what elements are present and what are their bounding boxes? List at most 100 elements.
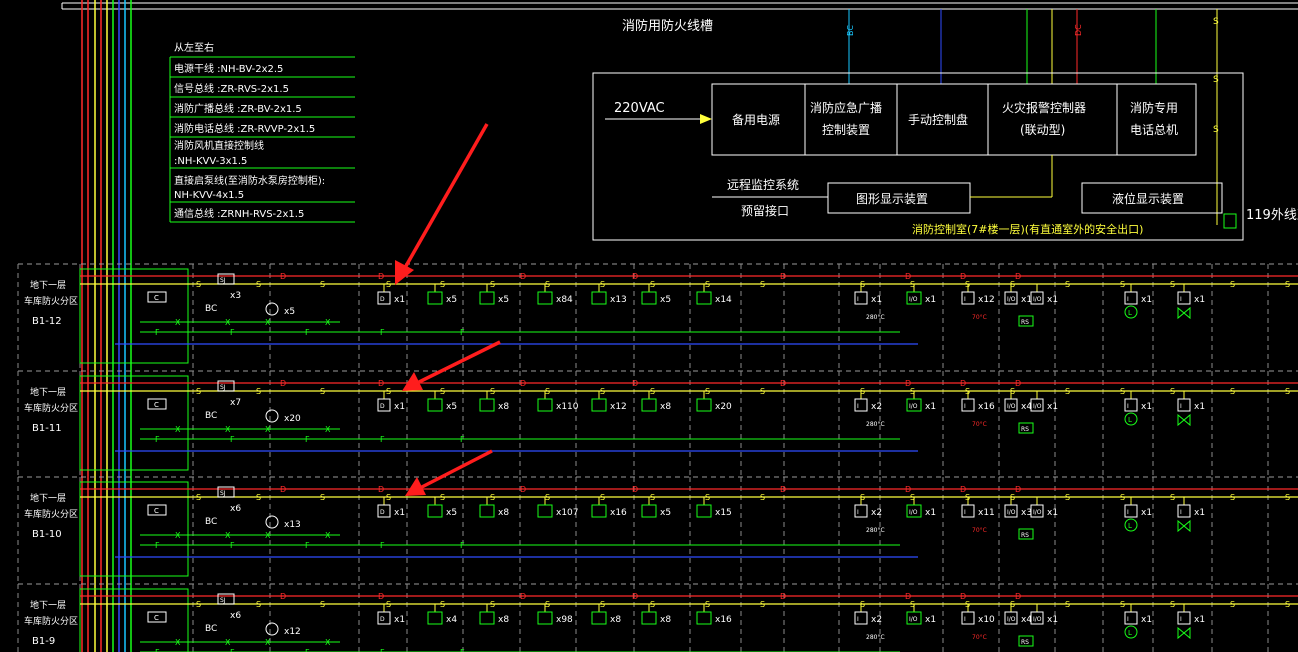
device-count: x3 xyxy=(1021,508,1032,518)
bus-tag: S xyxy=(650,600,655,609)
device-tag: RS xyxy=(1021,426,1029,433)
heat-detector-icon xyxy=(591,291,607,305)
bus-tag: S xyxy=(1285,600,1290,609)
bus-tag: D xyxy=(1015,592,1021,601)
temp-label: 280°C xyxy=(866,634,885,641)
device-count: x5 xyxy=(446,295,457,305)
valve-icon xyxy=(1177,413,1191,427)
device-count: x8 xyxy=(498,615,509,625)
bus-tag: S xyxy=(386,387,391,396)
bus-tag: S xyxy=(545,280,550,289)
hydrant-button-icon xyxy=(479,504,495,518)
bus-tag: S xyxy=(440,600,445,609)
bus-tag: S xyxy=(440,493,445,502)
device-tag: I/O xyxy=(1007,616,1016,623)
hydrant-button-icon xyxy=(479,398,495,412)
device-tag: I xyxy=(1127,509,1129,516)
riser-tag: S xyxy=(1213,125,1219,135)
device-count: x1 xyxy=(1194,615,1205,625)
device-tag: I/O xyxy=(1007,509,1016,516)
bus-tag: F xyxy=(380,328,385,337)
device-count: x1 xyxy=(1047,615,1058,625)
device-tag: I xyxy=(964,296,966,303)
bus-tag: D xyxy=(780,592,786,601)
heat-detector-icon xyxy=(591,504,607,518)
bus-tag: S xyxy=(196,280,201,289)
legend-line: 消防广播总线 :ZR-BV-2x1.5 xyxy=(174,102,302,115)
bus-tag: F xyxy=(230,328,235,337)
reserved-port-label: 预留接口 xyxy=(741,203,789,218)
zone-name: 车库防火分区 xyxy=(24,508,78,520)
zone-module-box xyxy=(79,375,189,471)
zone-id: B1-12 xyxy=(32,316,62,327)
bus-tag: S xyxy=(760,280,765,289)
device-tag: D xyxy=(380,296,385,303)
device-count: x11 xyxy=(978,508,995,518)
bus-tag: D xyxy=(632,379,638,388)
bus-tag: D xyxy=(378,592,384,601)
bus-tag: X xyxy=(225,638,231,647)
bus-tag: S xyxy=(545,493,550,502)
bus-tag: S xyxy=(256,387,261,396)
heat-detector-icon xyxy=(591,398,607,412)
ext-line-label: 119外线直 xyxy=(1246,208,1298,223)
legend-line: NH-KVV-4x1.5 xyxy=(174,190,244,201)
legend-line: 电源干线 :NH-BV-2x2.5 xyxy=(174,62,283,75)
bus-tag: S xyxy=(1120,493,1125,502)
bus-tag: S xyxy=(490,280,495,289)
bus-tag: S xyxy=(1285,493,1290,502)
hydrant-button-icon xyxy=(479,611,495,625)
device-tag: I xyxy=(857,509,859,516)
bus-tag: S xyxy=(320,387,325,396)
bus-tag: X xyxy=(175,318,181,327)
device-tag: I/O xyxy=(909,403,918,410)
device-count: x8 xyxy=(610,615,621,625)
bus-tag: S xyxy=(545,387,550,396)
device-tag: I/O xyxy=(1033,616,1042,623)
bus-tag: S xyxy=(1120,387,1125,396)
device-count: x12 xyxy=(978,295,995,305)
zone-name: 车库防火分区 xyxy=(24,295,78,307)
valve-icon xyxy=(1177,626,1191,640)
bus-tag: S xyxy=(705,387,710,396)
backup-power-box: 备用电源 xyxy=(732,113,780,127)
zone-name: 车库防火分区 xyxy=(24,615,78,627)
trunk-label: 消防用防火线槽 xyxy=(622,18,713,34)
device-count: x1 xyxy=(394,615,405,625)
bus-tag: S xyxy=(1285,280,1290,289)
zone-name: 地下一层 xyxy=(30,599,66,611)
device-count: x1 xyxy=(394,402,405,412)
bus-tag: S xyxy=(256,600,261,609)
bus-tag: F xyxy=(380,435,385,444)
device-count: x5 xyxy=(660,508,671,518)
zone-name: 地下一层 xyxy=(30,279,66,291)
legend-line: 消防电话总线 :ZR-RVVP-2x1.5 xyxy=(174,122,315,135)
device-tag: I xyxy=(1180,616,1182,623)
smoke-detector-icon xyxy=(537,504,553,518)
device-count: x16 xyxy=(610,508,627,518)
device-tag: I xyxy=(857,296,859,303)
device-tag: I/O xyxy=(909,509,918,516)
graphic-display-box: 图形显示装置 xyxy=(856,192,928,206)
bus-tag: D xyxy=(520,485,526,494)
device-tag: L xyxy=(1128,416,1132,424)
temp-label: 280°C xyxy=(866,421,885,428)
device-count: x15 xyxy=(715,508,732,518)
bus-tag: S xyxy=(256,280,261,289)
device-count: x107 xyxy=(556,508,579,518)
device-count: x8 xyxy=(498,402,509,412)
cad-drawing-canvas: 消防用防火线槽 从左至右 电源干线 :NH-BV-2x2.5 信号总线 :ZR-… xyxy=(17,0,1298,652)
module-tag: C xyxy=(154,614,159,622)
bus-tag: S xyxy=(386,280,391,289)
bus-tag: S xyxy=(1170,600,1175,609)
room-note: 消防控制室(7#楼一层)(有直通室外的安全出口) xyxy=(912,222,1143,236)
bus-tag: S xyxy=(196,600,201,609)
bus-tag: S xyxy=(386,493,391,502)
riser-tag: S xyxy=(1213,17,1219,27)
device-count: x1 xyxy=(871,295,882,305)
speaker-icon xyxy=(265,409,279,423)
device-tag: RS xyxy=(1021,639,1029,646)
device-tag: I/O xyxy=(909,616,918,623)
temp-label: 70°C xyxy=(972,634,987,641)
bus-tag: S xyxy=(760,387,765,396)
